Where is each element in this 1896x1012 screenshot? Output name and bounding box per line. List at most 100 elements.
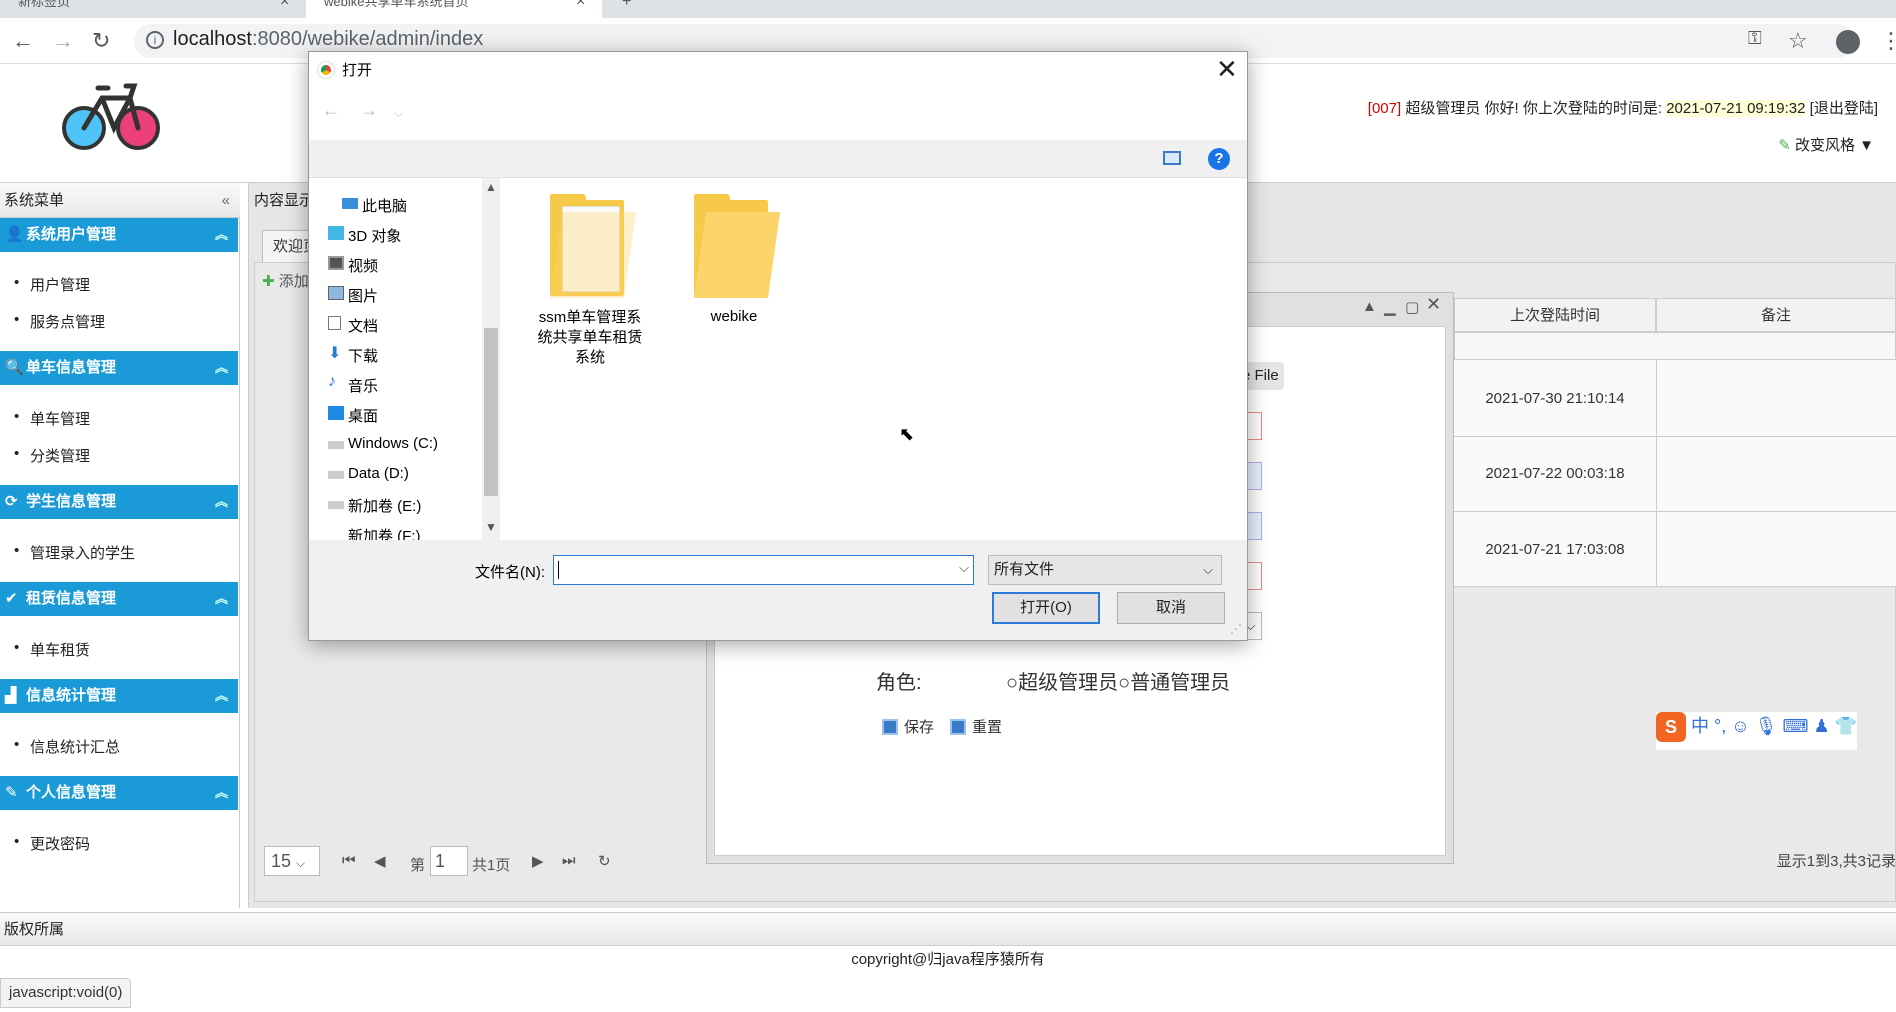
chevron-down-icon[interactable]: ⌵ <box>959 560 969 576</box>
ime-punct-icon[interactable]: °, <box>1714 716 1726 736</box>
pencil-icon: ✎ <box>1778 137 1791 154</box>
ime-skin-icon[interactable]: 👕 <box>1835 716 1857 736</box>
preview-pane-icon[interactable] <box>1163 151 1181 165</box>
radio-normal-admin[interactable]: ○ <box>1118 672 1130 694</box>
minimize-icon[interactable]: ▁ <box>1384 298 1396 316</box>
page-size-select[interactable]: 15 ⌵ <box>264 846 320 876</box>
nav-item-drive-f[interactable]: 新加卷 (F:) <box>348 525 421 540</box>
next-page-icon[interactable]: ▶ <box>532 852 544 870</box>
add-button[interactable]: ✚ 添加 <box>262 270 309 291</box>
save-button[interactable]: 保存 <box>882 716 934 737</box>
forward-icon[interactable]: → <box>360 100 378 121</box>
nav-item-drive-c[interactable]: Windows (C:) <box>328 435 438 452</box>
refresh-icon[interactable]: ↻ <box>598 852 611 870</box>
close-icon[interactable]: × <box>576 0 585 11</box>
profile-icon[interactable] <box>1836 30 1860 54</box>
url-text[interactable]: localhost:8080/webike/admin/index <box>173 28 483 51</box>
file-type-select[interactable]: 所有文件 ⌵ <box>988 555 1222 585</box>
folder-icon[interactable] <box>694 194 781 300</box>
open-button[interactable]: 打开(O) <box>992 592 1100 624</box>
page-input[interactable]: 1 <box>430 846 468 876</box>
nav-item-desktop[interactable]: 桌面 <box>328 405 378 426</box>
forward-icon[interactable]: → <box>52 28 74 54</box>
sidebar-item-bikes[interactable]: 单车管理 <box>14 408 90 429</box>
cancel-button[interactable]: 取消 <box>1117 592 1225 624</box>
chevron-up-icon[interactable]: ︽ <box>215 776 228 810</box>
chevron-up-icon[interactable]: ︽ <box>215 582 228 616</box>
folder-name-ssm[interactable]: ssm单车管理系 统共享单车租赁 系统 <box>520 308 660 368</box>
ime-emoji-icon[interactable]: ☺ <box>1731 716 1749 736</box>
collapse-icon[interactable]: « <box>222 183 230 218</box>
reset-button[interactable]: 重置 <box>950 716 1002 737</box>
nav-item-this-pc[interactable]: 此电脑 <box>342 195 407 216</box>
nav-item-downloads[interactable]: ⬇ 下载 <box>328 345 379 366</box>
reload-icon[interactable]: ↻ <box>92 28 110 54</box>
filter-row[interactable] <box>1454 332 1896 360</box>
folder-icon[interactable] <box>550 194 637 300</box>
nav-item-video[interactable]: 视频 <box>328 255 378 276</box>
recent-dropdown-icon[interactable]: ⌵ <box>394 106 403 121</box>
sidebar-item-students[interactable]: 管理录入的学生 <box>14 542 135 563</box>
chevron-up-icon[interactable]: ︽ <box>215 679 228 713</box>
menu-category-profile[interactable]: ✎ 个人信息管理 ︽ <box>0 776 238 810</box>
menu-category-students[interactable]: ⟳ 学生信息管理 ︽ <box>0 485 238 519</box>
close-icon[interactable]: × <box>280 0 289 11</box>
maximize-icon[interactable]: ▢ <box>1405 298 1419 316</box>
sidebar-item-users[interactable]: 用户管理 <box>14 274 90 295</box>
radio-super-admin[interactable]: ○ <box>1006 672 1018 694</box>
add-label: 添加 <box>278 273 309 290</box>
nav-item-documents[interactable]: 文档 <box>328 315 378 336</box>
folder-name-webike[interactable]: webike <box>664 308 804 325</box>
ime-mic-icon[interactable]: 🎙 <box>1755 716 1778 736</box>
star-icon[interactable]: ☆ <box>1788 28 1808 54</box>
nav-item-music[interactable]: ♪ 音乐 <box>328 373 378 396</box>
browser-tab[interactable]: 新标签页 <box>0 0 300 18</box>
menu-category-rentals[interactable]: ✔ 租赁信息管理 ︽ <box>0 582 238 616</box>
column-header-last-login[interactable]: 上次登陆时间 <box>1454 298 1656 332</box>
help-icon[interactable]: ? <box>1208 148 1230 170</box>
nav-scrollbar[interactable]: ▲ ▼ <box>482 178 500 540</box>
ime-keyboard-icon[interactable]: ⌨ <box>1783 716 1809 736</box>
sidebar-item-stats[interactable]: 信息统计汇总 <box>14 736 120 757</box>
nav-item-pictures[interactable]: 图片 <box>328 285 378 306</box>
new-tab-button[interactable]: + <box>622 0 631 11</box>
chevron-up-icon[interactable]: ︽ <box>215 485 228 519</box>
first-page-icon[interactable]: ⏮ <box>342 852 356 869</box>
menu-icon[interactable]: ⋮ <box>1880 28 1896 54</box>
close-icon[interactable]: ✕ <box>1426 294 1441 315</box>
menu-category-bikes[interactable]: 🔍 单车信息管理 ︽ <box>0 351 238 385</box>
nav-item-drive-d[interactable]: Data (D:) <box>328 465 409 482</box>
browser-tab-active[interactable]: webike共享单车系统首页 <box>306 0 602 18</box>
back-icon[interactable]: ← <box>322 100 340 121</box>
chevron-up-icon[interactable]: ︽ <box>215 351 228 385</box>
ime-toolbar[interactable]: S 中 °, ☺ 🎙 ⌨ ♟ 👕 <box>1656 712 1858 750</box>
back-icon[interactable]: ← <box>12 28 34 54</box>
sidebar-item-categories[interactable]: 分类管理 <box>14 445 90 466</box>
column-header-note[interactable]: 备注 <box>1656 298 1896 332</box>
prev-page-icon[interactable]: ◀ <box>374 852 386 870</box>
ime-chinese-icon[interactable]: 中 <box>1691 716 1709 736</box>
close-icon[interactable]: ✕ <box>1216 54 1238 85</box>
sidebar-item-service-points[interactable]: 服务点管理 <box>14 311 105 332</box>
info-icon[interactable]: i <box>146 31 164 49</box>
nav-label: 下载 <box>348 348 379 365</box>
welcome-message: [007] 超级管理员 你好! 你上次登陆的时间是: 2021-07-21 09… <box>1368 97 1878 118</box>
sidebar-item-change-password[interactable]: 更改密码 <box>14 833 90 854</box>
sidebar-item-rental[interactable]: 单车租赁 <box>14 639 90 660</box>
change-style-button[interactable]: ✎ 改变风格 ▼ <box>1778 134 1874 155</box>
scroll-down-icon[interactable]: ▼ <box>485 520 497 534</box>
ime-user-icon[interactable]: ♟ <box>1814 716 1830 736</box>
last-page-icon[interactable]: ⏭ <box>562 852 576 869</box>
scroll-up-icon[interactable]: ▲ <box>485 180 497 194</box>
menu-category-stats[interactable]: ▟ 信息统计管理 ︽ <box>0 679 238 713</box>
nav-item-3d[interactable]: 3D 对象 <box>328 225 401 246</box>
nav-item-drive-e[interactable]: 新加卷 (E:) <box>328 495 421 516</box>
chevron-up-icon[interactable]: ︽ <box>215 218 228 252</box>
menu-category-users[interactable]: 👤 系统用户管理 ︽ <box>0 218 238 252</box>
key-icon[interactable]: ⚿ <box>1748 28 1762 49</box>
resize-grip-icon[interactable]: ⋰ <box>1230 622 1242 636</box>
logout-link[interactable]: [退出登陆] <box>1810 100 1878 117</box>
collapse-icon[interactable]: ▲ <box>1362 298 1377 315</box>
scroll-thumb[interactable] <box>484 328 498 496</box>
filename-input[interactable]: ⌵ <box>553 555 974 585</box>
